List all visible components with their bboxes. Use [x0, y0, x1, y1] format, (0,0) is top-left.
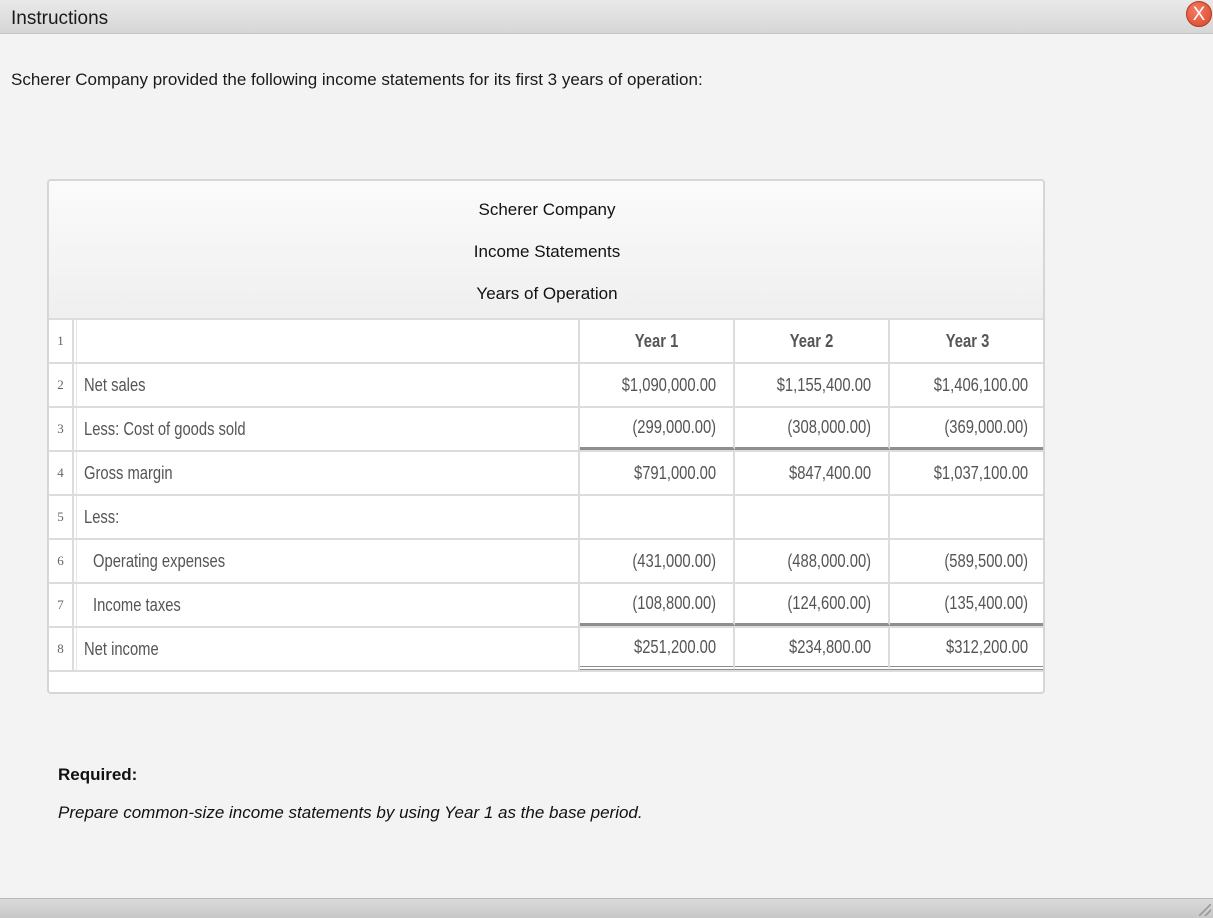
value-cell: (431,000.00) — [580, 540, 735, 582]
value-cell — [890, 496, 1043, 538]
table-row: 7 Income taxes (108,800.00) (124,600.00)… — [49, 582, 1043, 626]
required-instruction: Prepare common-size income statements by… — [58, 803, 643, 822]
row-number: 7 — [49, 584, 74, 626]
statement-header: Scherer Company Income Statements Years … — [49, 181, 1043, 318]
row-number: 4 — [49, 452, 74, 494]
required-heading: Required: — [58, 765, 138, 784]
value-cell: $847,400.00 — [735, 452, 890, 494]
value-cell: (124,600.00) — [735, 584, 890, 626]
table-row: 3 Less: Cost of goods sold (299,000.00) … — [49, 406, 1043, 450]
value-cell — [580, 496, 735, 538]
table-row: 2 Net sales $1,090,000.00 $1,155,400.00 … — [49, 362, 1043, 406]
value-cell: $1,037,100.00 — [933, 462, 1028, 483]
value-cell: $1,406,100.00 — [933, 374, 1028, 395]
table-row: 1 Year 1 Year 2 Year 3 — [49, 318, 1043, 362]
company-name: Scherer Company — [478, 200, 616, 219]
value-cell: (308,000.00) — [735, 408, 890, 450]
table-row: 8 Net income $251,200.00 $234,800.00 $31… — [49, 626, 1043, 672]
resize-grip-icon[interactable] — [1199, 904, 1211, 916]
value-cell — [735, 496, 890, 538]
close-icon: X — [1192, 4, 1206, 25]
column-header-year-1: Year 1 — [580, 320, 735, 362]
table-row: 5 Less: — [49, 494, 1043, 538]
row-label: Gross margin — [76, 452, 580, 494]
dialog-titlebar: Instructions X — [0, 0, 1213, 34]
row-number: 5 — [49, 496, 74, 538]
statement-name: Income Statements — [473, 242, 621, 261]
row-label: Net sales — [76, 364, 580, 406]
row-number: 2 — [49, 364, 74, 406]
row-number: 8 — [49, 628, 74, 670]
row-label — [76, 320, 580, 362]
value-cell: $791,000.00 — [580, 452, 735, 494]
column-header-year-3: Year 3 — [945, 330, 990, 351]
close-button[interactable]: X — [1186, 1, 1212, 27]
value-cell: (488,000.00) — [735, 540, 890, 582]
row-label: Less: Cost of goods sold — [76, 408, 580, 450]
value-cell: $1,090,000.00 — [580, 364, 735, 406]
row-label: Less: — [76, 496, 580, 538]
value-cell: $1,155,400.00 — [735, 364, 890, 406]
statement-period: Years of Operation — [476, 284, 618, 303]
statement-grid: 1 Year 1 Year 2 Year 3 2 Net sales $1,09… — [49, 318, 1043, 672]
table-row: 4 Gross margin $791,000.00 $847,400.00 $… — [49, 450, 1043, 494]
row-number: 3 — [49, 408, 74, 450]
value-cell: $234,800.00 — [735, 628, 890, 670]
row-number: 6 — [49, 540, 74, 582]
value-cell: (369,000.00) — [890, 408, 1043, 450]
row-label: Income taxes — [76, 584, 580, 626]
income-statement-table: Scherer Company Income Statements Years … — [47, 179, 1045, 694]
value-cell: (135,400.00) — [890, 584, 1043, 626]
value-cell: (589,500.00) — [944, 550, 1028, 571]
column-header-year-2: Year 2 — [735, 320, 890, 362]
value-cell: $251,200.00 — [580, 628, 735, 670]
value-cell: (108,800.00) — [580, 584, 735, 626]
row-number: 1 — [49, 320, 74, 362]
intro-text: Scherer Company provided the following i… — [11, 70, 703, 89]
dialog-title: Instructions — [11, 8, 109, 29]
value-cell: (299,000.00) — [580, 408, 735, 450]
dialog-footer — [0, 898, 1213, 918]
row-label: Net income — [76, 628, 580, 670]
row-label: Operating expenses — [76, 540, 580, 582]
table-row: 6 Operating expenses (431,000.00) (488,0… — [49, 538, 1043, 582]
value-cell: $312,200.00 — [890, 628, 1043, 670]
